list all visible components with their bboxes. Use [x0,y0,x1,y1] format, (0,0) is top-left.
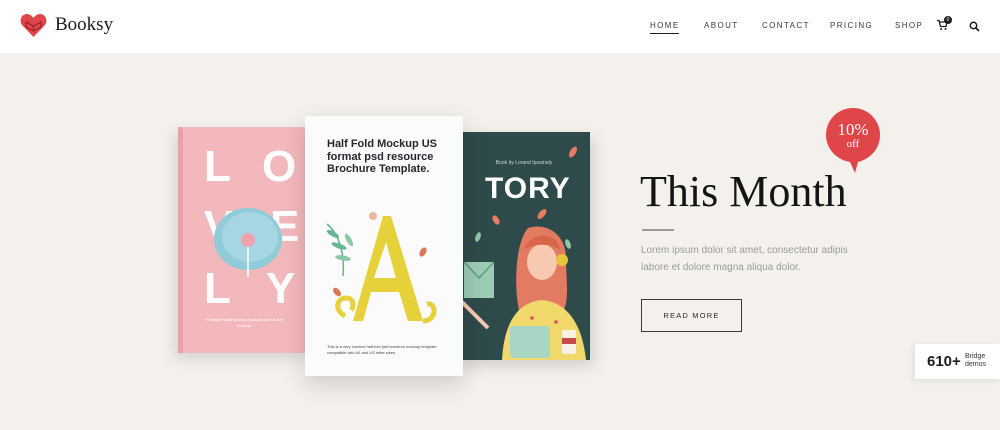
nav-contact[interactable]: CONTACT [762,21,810,30]
page-title: This Month [640,167,847,216]
brand-name: Booksy [55,14,114,35]
heart-book-icon [20,14,47,37]
demos-label: Bridge demos [965,353,987,368]
search-icon [969,21,980,32]
nav-home[interactable]: HOME [650,21,680,34]
book-brochure[interactable]: Half Fold Mockup US format psd resource … [305,116,463,376]
title-divider [642,229,674,231]
discount-badge-text: 10% off [825,121,881,150]
site-header: Booksy HOME ABOUT CONTACT PRICING SHOP 0 [0,0,1000,53]
nav-pricing[interactable]: PRICING [830,21,873,30]
cover-fine-print: Prototype floating lovely background A5 … [204,317,284,328]
demos-count: 610+ [927,353,961,370]
letter-a-illustration [326,212,437,324]
reading-girl-illustration [460,146,586,360]
book-story[interactable]: Book by Lorand Ipsumaly TORY [458,132,590,360]
discount-percent: 10% [837,120,869,139]
discount-off-label: off [846,138,860,150]
search-button[interactable] [969,16,985,32]
cart-count-badge: 0 [944,16,952,24]
demos-widget[interactable]: 610+ Bridge demos [915,344,1000,379]
nav-about[interactable]: ABOUT [704,21,739,30]
read-more-button[interactable]: READ MORE [641,299,742,332]
book-lovely[interactable]: L O V E L Y Prototype floating lovely ba… [178,127,308,353]
nav-shop[interactable]: SHOP [895,21,923,30]
hero-description: Lorem ipsum dolor sit amet, consectetur … [641,245,848,273]
site-logo[interactable]: Booksy [20,12,113,38]
cover-fine-print: This is a very modern half-fold psd broc… [327,344,437,355]
